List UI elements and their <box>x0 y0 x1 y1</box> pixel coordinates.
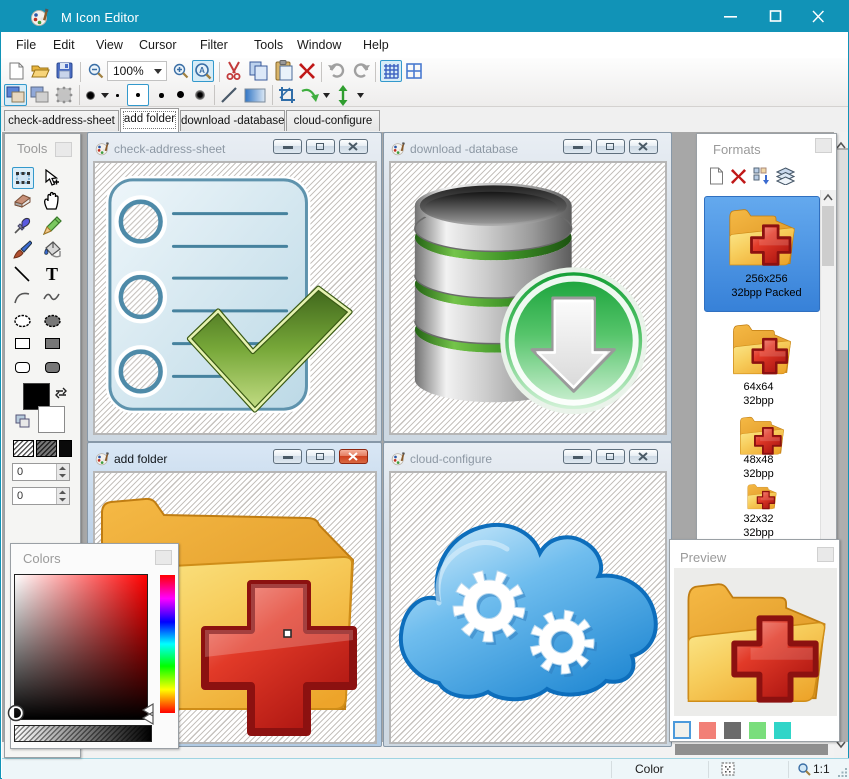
svg-text:A: A <box>199 66 205 75</box>
